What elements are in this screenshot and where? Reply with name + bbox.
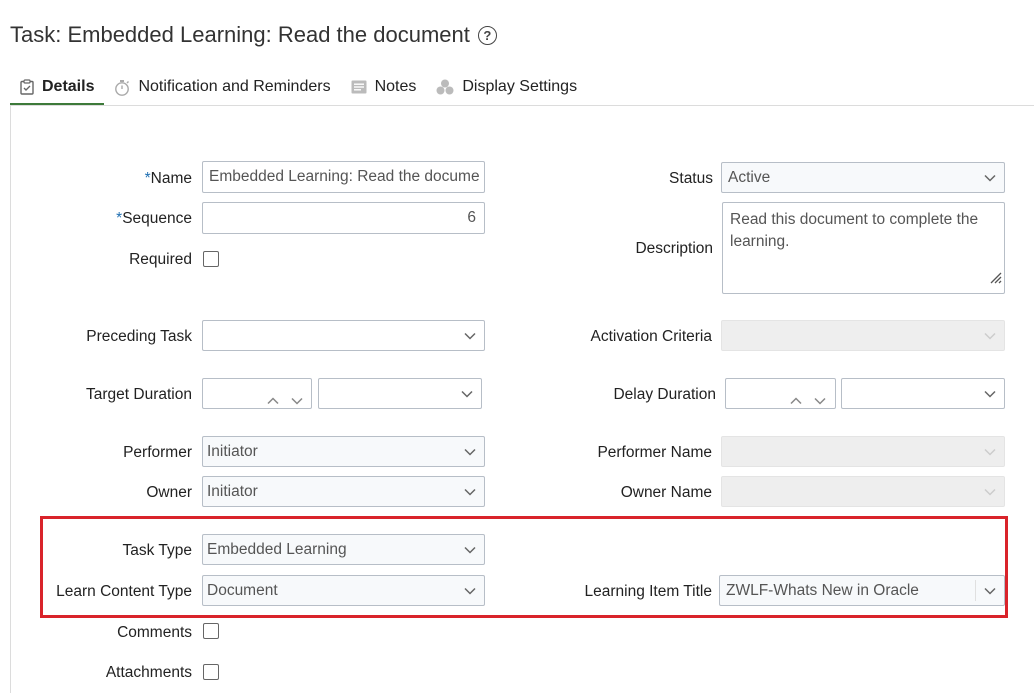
owner-label: Owner	[146, 484, 192, 501]
chevron-down-icon	[984, 321, 996, 350]
delay-duration-label: Delay Duration	[613, 386, 716, 403]
chevron-down-icon	[984, 576, 996, 605]
resize-handle-icon[interactable]	[988, 269, 1002, 291]
target-duration-unit-select[interactable]	[318, 378, 482, 409]
tab-details-label: Details	[42, 77, 95, 95]
chevron-down-icon	[464, 437, 476, 466]
clipboard-icon	[20, 78, 34, 95]
increment-icon[interactable]	[267, 386, 279, 408]
performer-select[interactable]: Initiator	[202, 436, 485, 467]
tab-divider	[10, 105, 1034, 106]
name-label: *Name	[144, 170, 192, 187]
performer-name-label: Performer Name	[597, 444, 712, 461]
increment-icon[interactable]	[790, 386, 802, 408]
chevron-down-icon	[984, 163, 996, 192]
comments-label: Comments	[117, 624, 192, 641]
delay-duration-unit-select[interactable]	[841, 378, 1005, 409]
sequence-label: *Sequence	[116, 210, 192, 227]
activation-criteria-label: Activation Criteria	[590, 328, 712, 345]
comments-checkbox[interactable]	[203, 623, 219, 639]
panel-left-border	[10, 106, 11, 693]
target-duration-input[interactable]	[202, 378, 312, 409]
chevron-down-icon	[461, 379, 473, 408]
learn-content-type-select[interactable]: Document	[202, 575, 485, 606]
task-type-label: Task Type	[122, 542, 192, 559]
status-label: Status	[669, 170, 713, 187]
performer-label: Performer	[123, 444, 192, 461]
attachments-checkbox[interactable]	[203, 664, 219, 680]
tab-display-settings[interactable]: Display Settings	[426, 70, 587, 104]
target-duration-label: Target Duration	[86, 386, 192, 403]
attachments-label: Attachments	[105, 664, 192, 681]
chevron-down-icon	[984, 437, 996, 466]
chevron-down-icon	[464, 576, 476, 605]
tab-display-settings-label: Display Settings	[462, 78, 578, 95]
note-icon	[351, 80, 367, 94]
decrement-icon[interactable]	[814, 386, 826, 408]
display-settings-icon	[436, 79, 454, 95]
tab-details[interactable]: Details	[10, 70, 105, 106]
sequence-input[interactable]: 6	[202, 202, 485, 234]
status-select[interactable]: Active	[721, 162, 1005, 193]
description-textarea[interactable]: Read this document to complete the learn…	[722, 202, 1005, 294]
delay-duration-input[interactable]	[725, 378, 836, 409]
decrement-icon[interactable]	[291, 386, 303, 408]
chevron-down-icon	[464, 535, 476, 564]
owner-select[interactable]: Initiator	[202, 476, 485, 507]
tab-notification-and-reminders[interactable]: Notification and Reminders	[104, 70, 340, 104]
activation-criteria-select[interactable]	[721, 320, 1005, 351]
tab-notes-label: Notes	[374, 78, 417, 95]
owner-name-label: Owner Name	[620, 484, 712, 501]
field-separator	[975, 580, 976, 601]
required-checkbox[interactable]	[203, 251, 219, 267]
page-title: Task: Embedded Learning: Read the docume…	[10, 22, 497, 48]
learning-item-title-select[interactable]: ZWLF-Whats New in Oracle	[719, 575, 1005, 606]
chevron-down-icon	[984, 379, 996, 408]
required-label: Required	[129, 251, 192, 268]
chevron-down-icon	[464, 321, 476, 350]
name-input[interactable]: Embedded Learning: Read the docume	[202, 161, 485, 193]
page-title-text: Task: Embedded Learning: Read the docume…	[10, 22, 470, 47]
preceding-task-label: Preceding Task	[86, 328, 192, 345]
preceding-task-select[interactable]	[202, 320, 485, 351]
tab-bar: Details Notification and Reminders Notes…	[10, 70, 587, 106]
task-type-select[interactable]: Embedded Learning	[202, 534, 485, 565]
chevron-down-icon	[464, 477, 476, 506]
learn-content-type-label: Learn Content Type	[56, 583, 192, 600]
performer-name-select[interactable]	[721, 436, 1005, 467]
stopwatch-icon	[114, 79, 130, 96]
chevron-down-icon	[984, 477, 996, 506]
tab-notes[interactable]: Notes	[341, 70, 427, 104]
learning-item-title-label: Learning Item Title	[584, 583, 712, 600]
owner-name-select[interactable]	[721, 476, 1005, 507]
description-label: Description	[635, 240, 713, 257]
help-icon[interactable]: ?	[477, 26, 497, 45]
tab-notification-label: Notification and Reminders	[138, 78, 331, 95]
